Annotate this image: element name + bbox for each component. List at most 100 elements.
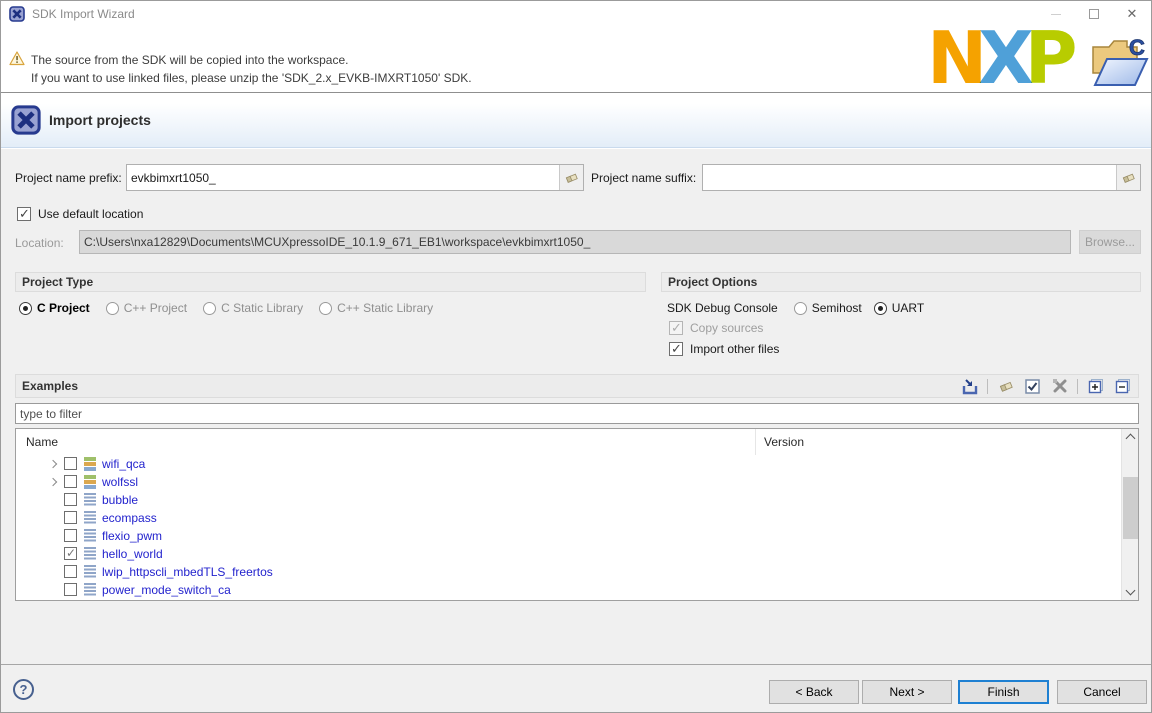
example-type-icon <box>84 511 96 525</box>
clear-filter-button[interactable] <box>996 377 1015 395</box>
example-type-icon <box>84 493 96 507</box>
eraser-icon <box>564 171 579 184</box>
minimize-icon <box>1051 14 1061 15</box>
radio-c-static-library[interactable]: C++ Static Library <box>319 301 433 315</box>
tree-row-bubble[interactable]: bubble <box>16 491 1121 509</box>
location-label: Location: <box>15 236 64 250</box>
tree-row-flexio_pwm[interactable]: flexio_pwm <box>16 527 1121 545</box>
radio-uart[interactable]: UART <box>874 301 924 315</box>
tree-row-hello_world[interactable]: hello_world <box>16 545 1121 563</box>
scroll-up-icon[interactable] <box>1126 434 1136 444</box>
tree-row-power_mode_switch_ca[interactable]: power_mode_switch_ca <box>16 581 1121 599</box>
warning-banner: The source from the SDK will be copied i… <box>1 27 1151 92</box>
scroll-down-icon[interactable] <box>1126 586 1136 596</box>
toolbar-separator <box>1077 379 1078 394</box>
radio-label: C Static Library <box>221 301 303 315</box>
warning-line-2: If you want to use linked files, please … <box>31 69 472 87</box>
prefix-label: Project name prefix: <box>15 171 122 185</box>
close-button[interactable]: ✕ <box>1113 1 1151 27</box>
radio-c-project[interactable]: C Project <box>19 301 90 315</box>
checkbox-icon <box>669 342 683 356</box>
radio-label: C++ Static Library <box>337 301 433 315</box>
collapse-all-button[interactable] <box>1113 377 1132 395</box>
finish-button[interactable]: Finish <box>958 680 1049 704</box>
window-title: SDK Import Wizard <box>32 7 135 21</box>
example-checkbox[interactable] <box>64 583 77 596</box>
radio-semihost[interactable]: Semihost <box>794 301 862 315</box>
expand-all-button[interactable] <box>1086 377 1105 395</box>
prefix-field-wrap <box>126 164 584 191</box>
maximize-icon <box>1089 9 1099 19</box>
filter-input[interactable] <box>16 404 1138 423</box>
deselect-all-button[interactable] <box>1050 377 1069 395</box>
example-checkbox[interactable] <box>64 547 77 560</box>
radio-icon <box>874 302 887 315</box>
radio-label: Semihost <box>812 301 862 315</box>
examples-tree: wifi_qca wolfssl bubble ecompass flexio_… <box>16 455 1121 599</box>
nxp-letter-x: X <box>978 27 1025 89</box>
column-header-name[interactable]: Name <box>26 435 58 449</box>
example-checkbox[interactable] <box>64 565 77 578</box>
column-divider[interactable] <box>755 429 756 455</box>
next-button[interactable]: Next > <box>862 680 952 704</box>
plus-box-icon <box>1088 378 1104 394</box>
example-name[interactable]: bubble <box>102 493 138 507</box>
scrollbar-thumb[interactable] <box>1123 477 1138 539</box>
project-options-header: Project Options <box>661 272 1141 292</box>
radio-icon <box>106 302 119 315</box>
example-checkbox[interactable] <box>64 475 77 488</box>
example-name[interactable]: lwip_httpscli_mbedTLS_freertos <box>102 565 273 579</box>
eraser-icon <box>1121 171 1136 184</box>
nxp-letter-n: N <box>927 27 978 89</box>
tree-row-wifi_qca[interactable]: wifi_qca <box>16 455 1121 473</box>
expand-chevron-icon[interactable] <box>49 478 57 486</box>
select-all-button[interactable] <box>1023 377 1042 395</box>
example-name[interactable]: wolfssl <box>102 475 138 489</box>
suffix-clear-button[interactable] <box>1116 165 1140 190</box>
nxp-letter-p: P <box>1025 27 1069 89</box>
column-header-version[interactable]: Version <box>764 435 804 449</box>
vertical-scrollbar[interactable] <box>1121 429 1138 600</box>
example-name[interactable]: wifi_qca <box>102 457 145 471</box>
suffix-input[interactable] <box>703 165 1116 190</box>
tree-row-wolfssl[interactable]: wolfssl <box>16 473 1121 491</box>
checkbox-icon <box>17 207 31 221</box>
examples-table: Name Version wifi_qca wolfssl bubble eco… <box>15 428 1139 601</box>
example-checkbox[interactable] <box>64 511 77 524</box>
checkbox-icon <box>669 321 683 335</box>
browse-button[interactable]: Browse... <box>1079 230 1141 254</box>
use-default-location-checkbox[interactable]: Use default location <box>17 207 143 221</box>
example-checkbox[interactable] <box>64 457 77 470</box>
app-x-icon <box>9 6 25 22</box>
tree-row-lwip_httpscli_mbedTLS_freertos[interactable]: lwip_httpscli_mbedTLS_freertos <box>16 563 1121 581</box>
back-button[interactable]: < Back <box>769 680 859 704</box>
radio-c-project[interactable]: C++ Project <box>106 301 187 315</box>
import-other-files-checkbox[interactable]: Import other files <box>669 342 779 356</box>
example-name[interactable]: flexio_pwm <box>102 529 162 543</box>
import-example-button[interactable] <box>960 377 979 395</box>
project-options-title: Project Options <box>668 275 757 289</box>
use-default-location-label: Use default location <box>38 207 143 221</box>
copy-sources-label: Copy sources <box>690 321 763 335</box>
examples-title: Examples <box>22 379 78 393</box>
expand-chevron-icon[interactable] <box>49 460 57 468</box>
example-checkbox[interactable] <box>64 493 77 506</box>
example-name[interactable]: power_mode_switch_ca <box>102 583 231 597</box>
example-name[interactable]: ecompass <box>102 511 157 525</box>
prefix-clear-button[interactable] <box>559 165 583 190</box>
example-checkbox[interactable] <box>64 529 77 542</box>
tree-row-ecompass[interactable]: ecompass <box>16 509 1121 527</box>
example-name[interactable]: hello_world <box>102 547 163 561</box>
radio-c-static-library[interactable]: C Static Library <box>203 301 303 315</box>
help-icon: ? <box>20 682 28 697</box>
cancel-button[interactable]: Cancel <box>1057 680 1147 704</box>
help-button[interactable]: ? <box>13 679 34 700</box>
example-type-icon <box>84 529 96 543</box>
project-type-header: Project Type <box>15 272 646 292</box>
eraser-icon <box>998 379 1014 393</box>
warning-text: The source from the SDK will be copied i… <box>31 51 472 87</box>
maximize-button[interactable] <box>1075 1 1113 27</box>
examples-header: Examples <box>15 374 1139 398</box>
prefix-input[interactable] <box>127 165 559 190</box>
warning-icon <box>9 51 25 66</box>
